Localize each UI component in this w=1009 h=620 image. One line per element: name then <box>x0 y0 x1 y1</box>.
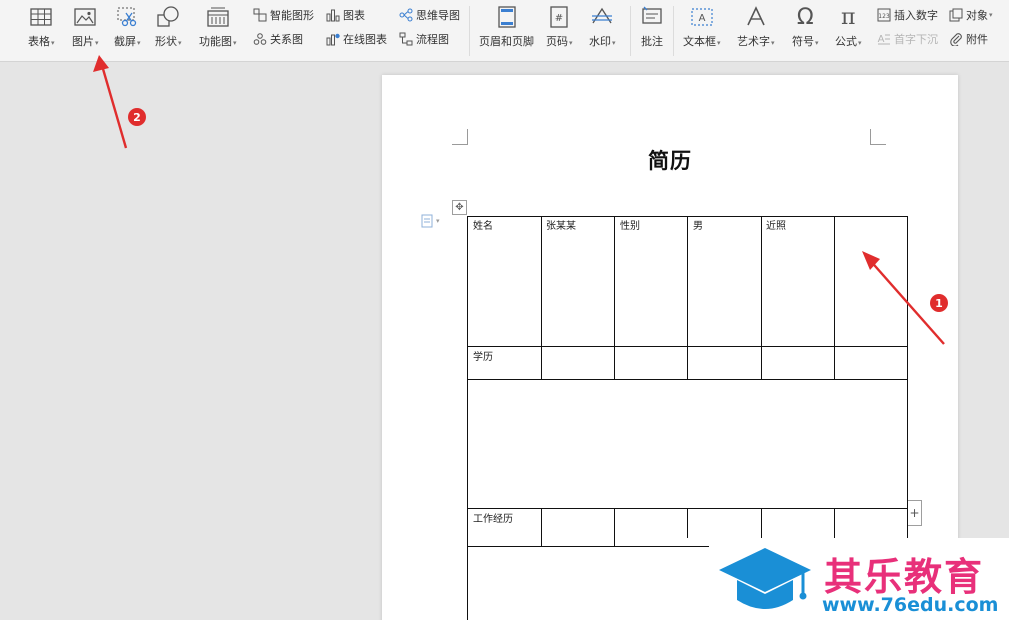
annotation-badge-1: 1 <box>930 294 948 312</box>
annotation-arrow-2-head <box>93 55 109 72</box>
annotation-arrow-2 <box>99 61 128 149</box>
graduation-cap-logo <box>719 548 811 609</box>
annotation-badge-2: 2 <box>128 108 146 126</box>
brand-name: 其乐教育 <box>824 555 985 599</box>
brand-url: www.76edu.com <box>822 594 999 616</box>
brand-watermark: 其乐教育 www.76edu.com <box>709 538 1009 620</box>
annotation-layer <box>93 55 945 345</box>
